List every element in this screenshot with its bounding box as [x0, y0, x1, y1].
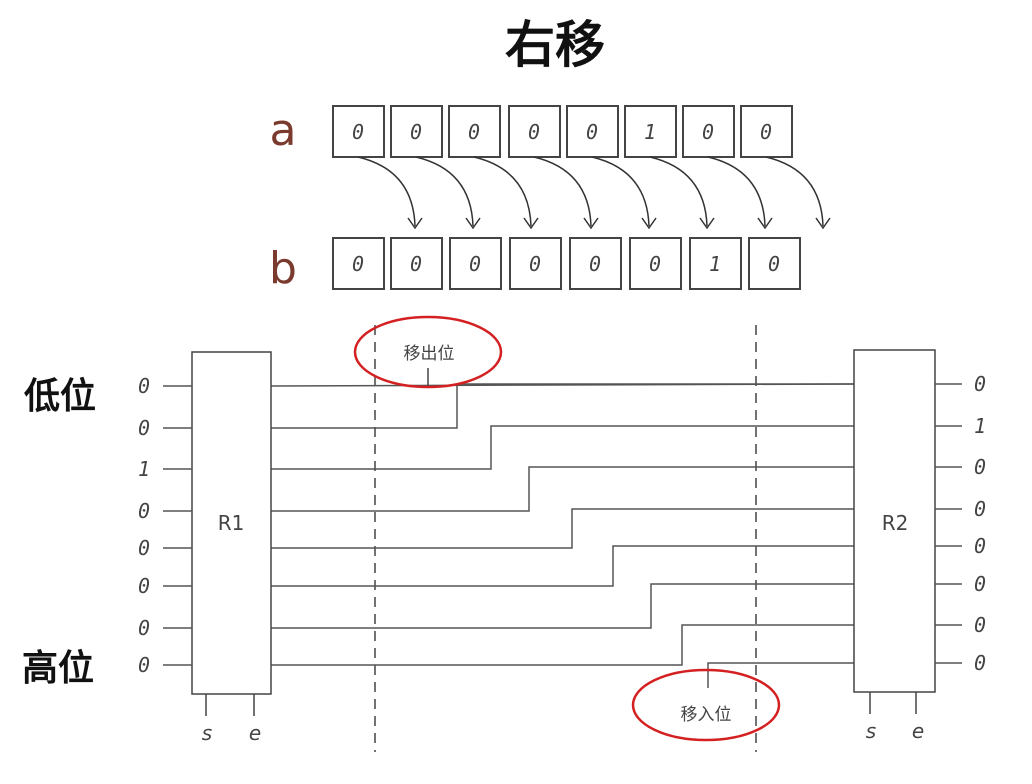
bit-value: 0	[410, 252, 422, 276]
r1-pin-s: s	[202, 721, 212, 745]
r1-name: R1	[218, 511, 245, 535]
bit-value: 0	[768, 252, 780, 276]
shift-wires	[270, 383, 855, 688]
r1-input-bit: 0	[138, 499, 150, 523]
r2-output-bit: 1	[974, 414, 986, 438]
register-a-label: a	[270, 105, 297, 156]
r1-pin-e: e	[249, 721, 261, 745]
bit-value: 0	[586, 120, 598, 144]
bit-value: 0	[528, 120, 540, 144]
title: 右移	[505, 15, 605, 74]
wire	[271, 425, 854, 470]
bit-value: 0	[468, 120, 480, 144]
r2-name: R2	[882, 511, 909, 535]
register-a: 0 0 0 0 0 1 0 0	[332, 105, 793, 158]
shift-in-label: 移入位	[681, 705, 732, 725]
shift-arrow	[415, 156, 474, 227]
r2-output-bit: 0	[974, 497, 986, 521]
bit-value: 0	[410, 120, 422, 144]
r1-input-bit: 1	[138, 457, 150, 481]
bit-value: 0	[469, 252, 481, 276]
bit-value: 0	[760, 120, 772, 144]
low-bit-label: 低位	[24, 375, 96, 417]
r2-output-bit: 0	[974, 455, 986, 479]
shift-out-label: 移出位	[404, 344, 455, 364]
bit-value: 1	[709, 252, 721, 276]
r1-input-bit: 0	[138, 653, 150, 677]
shift-arrow	[591, 156, 650, 227]
r1-inputs: 0 0 1 0 0 0 0 0	[138, 374, 192, 677]
bit-value: 0	[589, 252, 601, 276]
r2-pin-s: s	[866, 719, 876, 743]
wire	[271, 508, 854, 549]
shift-arrow	[765, 156, 824, 227]
shift-arrow	[533, 156, 592, 227]
wire	[271, 383, 854, 429]
r2-output-bit: 0	[974, 651, 986, 675]
r2-pin-e: e	[912, 719, 924, 743]
r2-output-bit: 0	[974, 534, 986, 558]
r2-output-bit: 0	[974, 372, 986, 396]
r1-input-bit: 0	[138, 536, 150, 560]
bit-value: 0	[352, 120, 364, 144]
shift-arrow	[473, 156, 532, 227]
bit-value: 0	[529, 252, 541, 276]
bit-value: 0	[649, 252, 661, 276]
register-b: 0 0 0 0 0 0 1 0	[332, 237, 801, 290]
wire	[271, 545, 854, 587]
bit-value: 0	[702, 120, 714, 144]
r2-output-bit: 0	[974, 572, 986, 596]
wire	[271, 466, 854, 512]
shift-in-wire	[707, 662, 854, 688]
high-bit-label: 高位	[22, 647, 94, 689]
r1-input-bit: 0	[138, 374, 150, 398]
r2-outputs: 0 1 0 0 0 0 0 0	[935, 372, 986, 675]
r2-output-bit: 0	[974, 613, 986, 637]
bit-value: 1	[644, 120, 656, 144]
r1-input-bit: 0	[138, 574, 150, 598]
register-b-label: b	[269, 243, 297, 294]
wire	[271, 583, 854, 629]
shift-arrow	[357, 156, 416, 227]
shift-arrows	[357, 156, 831, 230]
r1-input-bit: 0	[138, 616, 150, 640]
shift-right-diagram: 右移 a b 0 0 0 0 0 1 0 0 0 0 0 0 0 0 1 0 低位 高位 R1 R2 0 0 1…	[22, 15, 986, 752]
shift-arrow	[649, 156, 708, 227]
wire	[271, 624, 854, 666]
shift-arrow	[707, 156, 766, 227]
r1-input-bit: 0	[138, 416, 150, 440]
bit-value: 0	[352, 252, 364, 276]
